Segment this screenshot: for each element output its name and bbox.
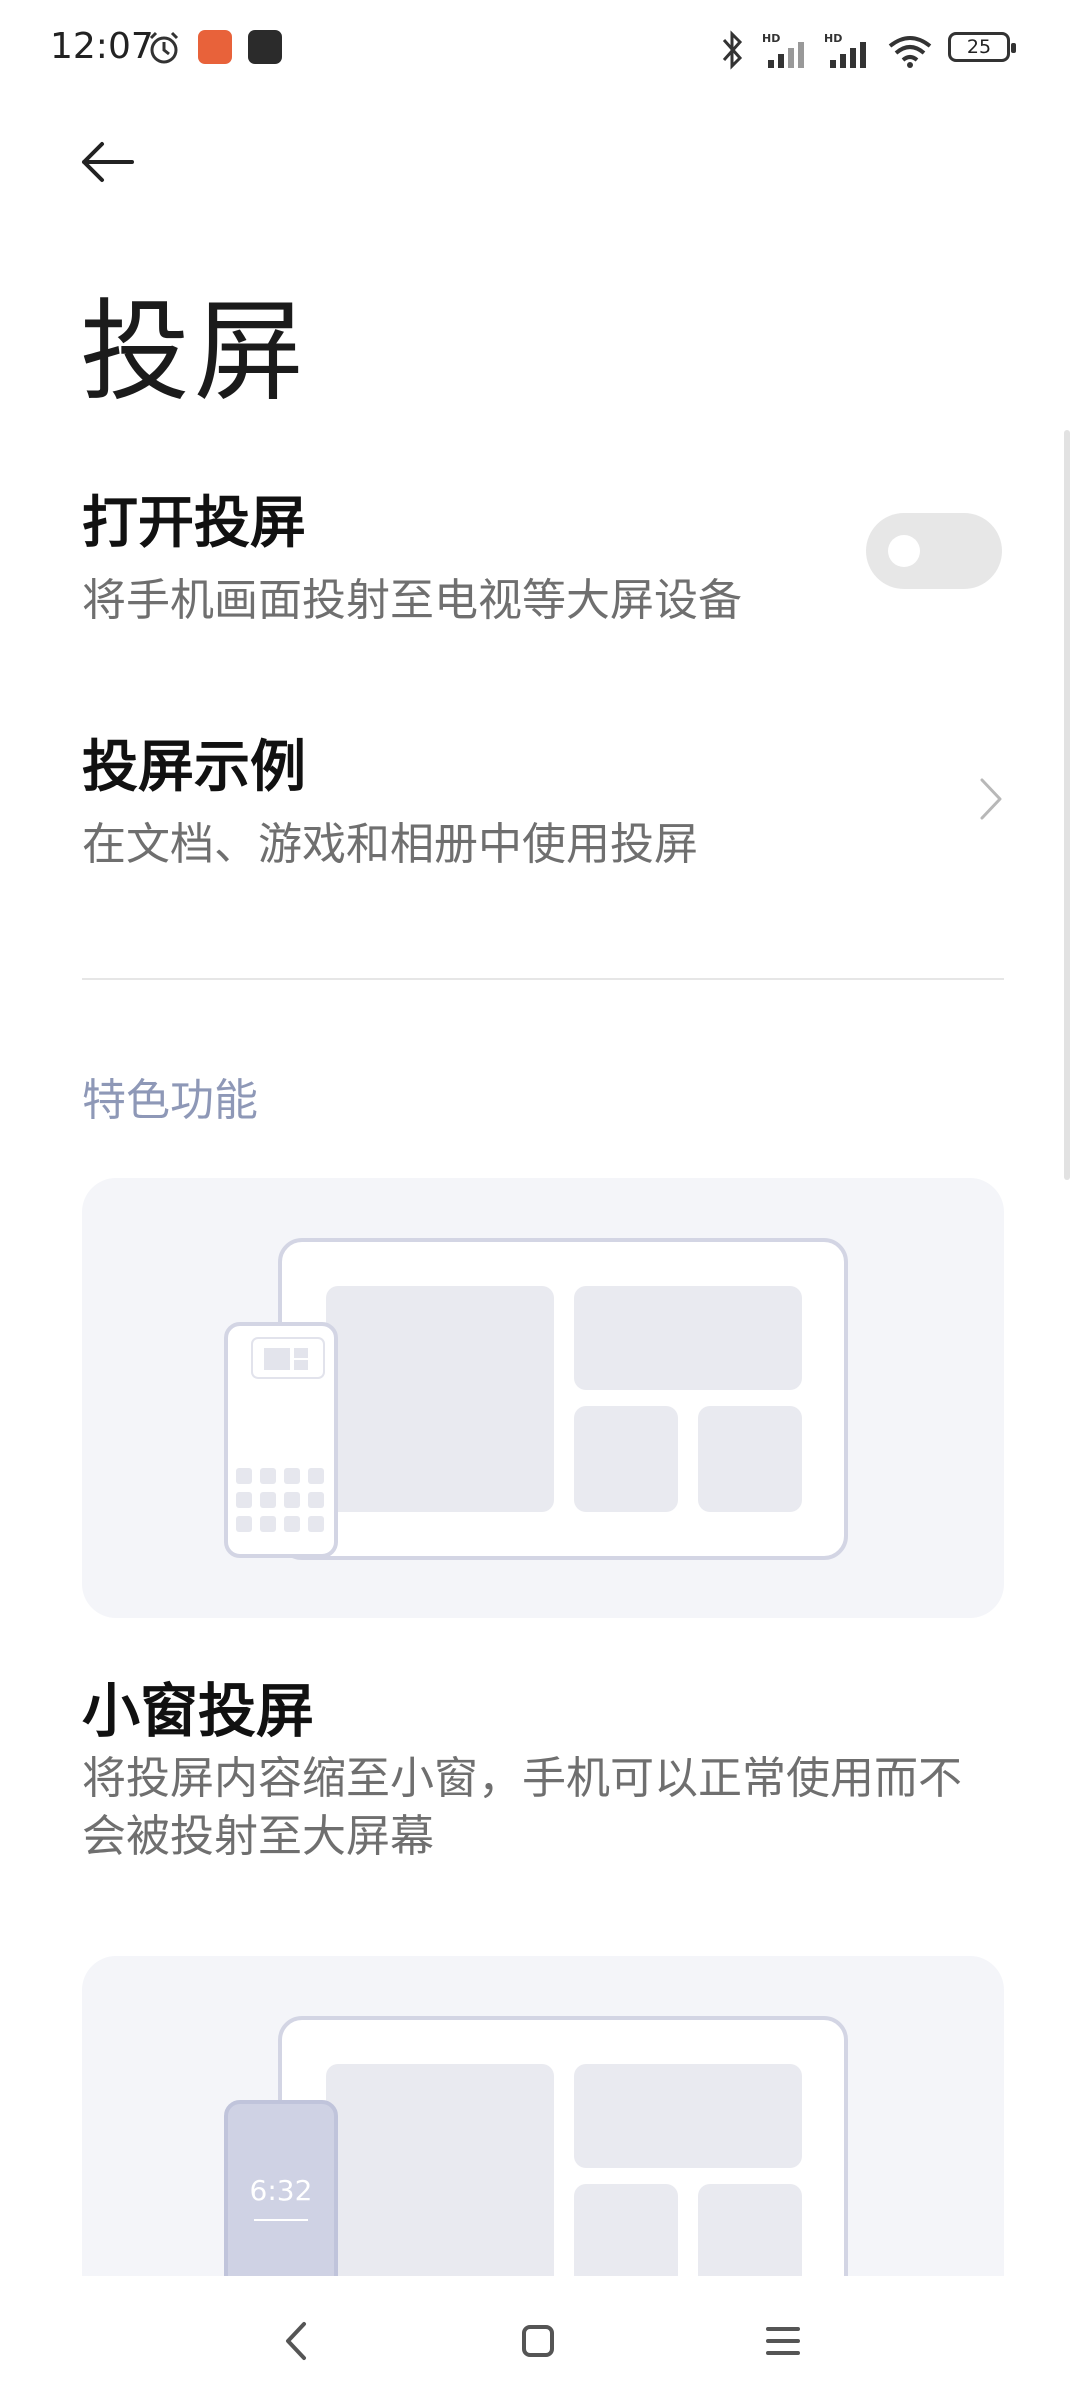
svg-text:HD: HD xyxy=(824,32,842,45)
back-arrow-icon[interactable] xyxy=(76,130,140,194)
examples-title[interactable]: 投屏示例 xyxy=(82,722,306,803)
app-notification-icon xyxy=(248,30,282,64)
chevron-right-icon[interactable] xyxy=(976,774,1006,824)
battery-icon: 25 xyxy=(948,32,1016,62)
battery-level: 25 xyxy=(966,36,992,58)
wifi-icon xyxy=(888,36,932,68)
screen-off-illustration-card: 6:32 xyxy=(82,1956,1004,2276)
signal-hd-icon: HD xyxy=(824,32,866,68)
bluetooth-icon xyxy=(722,30,743,70)
nav-home-icon[interactable] xyxy=(513,2316,563,2366)
nav-menu-icon[interactable] xyxy=(758,2316,808,2366)
illustration-time: 6:32 xyxy=(249,2174,313,2207)
signal-hd-icon: HD xyxy=(762,32,804,68)
status-bar: 12:07 HD HD 25 xyxy=(0,0,1080,100)
page-title: 投屏 xyxy=(80,288,308,416)
screen-cast-title: 打开投屏 xyxy=(82,491,306,556)
feature-title: 小窗投屏 xyxy=(82,1677,315,1745)
alarm-icon xyxy=(149,31,179,64)
small-window-illustration xyxy=(224,1238,848,1560)
screen-cast-subtitle: 将手机画面投射至电视等大屏设备 xyxy=(82,575,742,626)
navigation-bar xyxy=(0,2276,1080,2400)
app-notification-icon xyxy=(198,30,232,64)
scrollbar[interactable] xyxy=(1064,430,1070,1180)
status-time: 12:07 xyxy=(50,26,154,67)
nav-back-icon[interactable] xyxy=(272,2316,322,2366)
svg-text:HD: HD xyxy=(762,32,780,45)
screen-off-illustration xyxy=(224,2016,848,2276)
screen: 12:07 HD HD 25 投屏 打开投屏 将手机画面投射至电视等大屏设备 投… xyxy=(0,0,1080,2400)
small-window-illustration-card xyxy=(82,1178,1004,1618)
divider xyxy=(82,978,1004,980)
examples-subtitle: 在文档、游戏和相册中使用投屏 xyxy=(82,819,698,870)
section-header: 特色功能 xyxy=(82,1075,258,1126)
feature-description: 将投屏内容缩至小窗，手机可以正常使用而不会被投射至大屏幕 xyxy=(82,1753,962,1862)
screen-cast-toggle[interactable] xyxy=(866,513,1002,589)
toggle-knob xyxy=(888,535,920,567)
